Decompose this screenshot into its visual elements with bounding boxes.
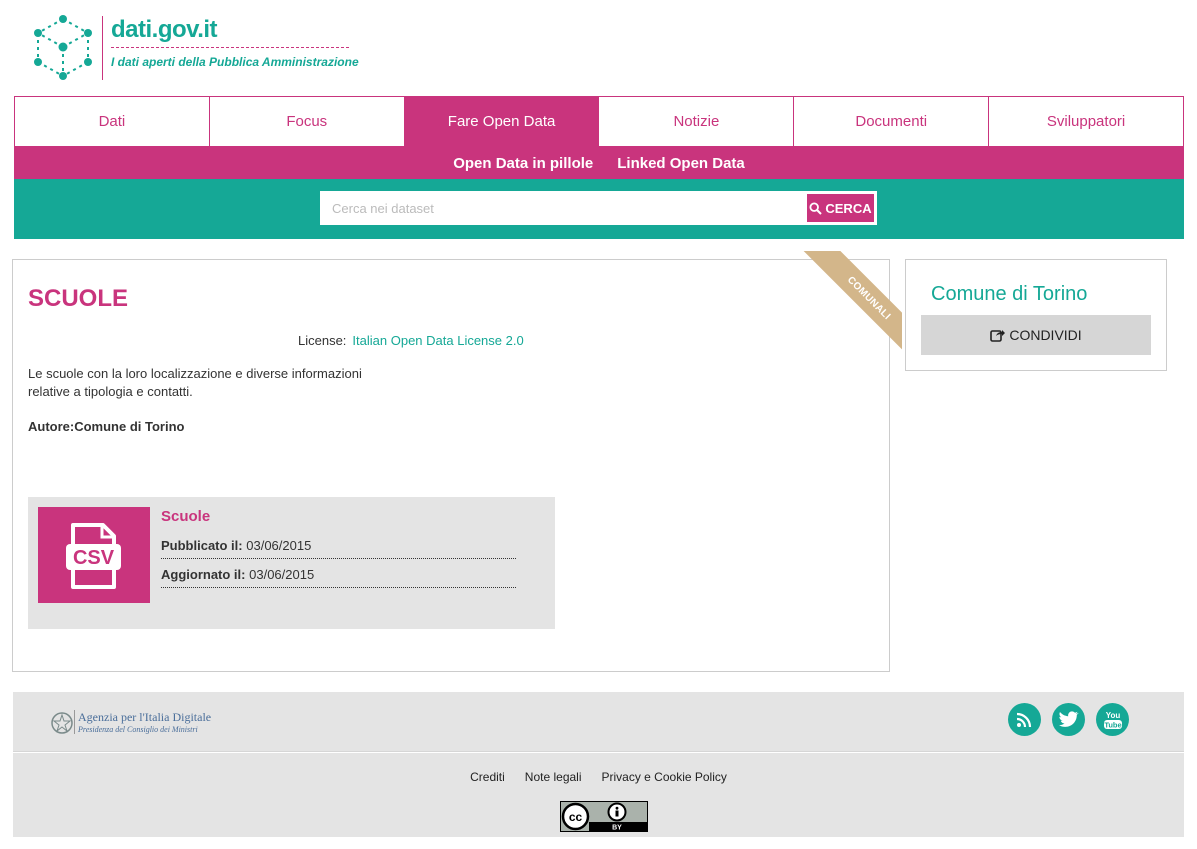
footer-bottom: Crediti Note legali Privacy e Cookie Pol… — [13, 753, 1184, 837]
cc-by-label: BY — [612, 825, 622, 832]
share-label: CONDIVIDI — [1009, 327, 1082, 343]
published-date: 03/06/2015 — [246, 538, 312, 553]
logo-network-icon — [34, 15, 92, 80]
search-box: CERCA — [320, 191, 877, 225]
tab-documenti[interactable]: Documenti — [794, 97, 990, 146]
svg-text:cc: cc — [569, 810, 583, 824]
category-ribbon-wrap: COMUNALI — [778, 251, 902, 375]
youtube-icon[interactable]: You Tube — [1096, 703, 1129, 736]
organization-name[interactable]: Comune di Torino — [931, 283, 1087, 306]
search-icon — [809, 201, 823, 215]
agid-subtitle: Presidenza del Consiglio dei Ministri — [78, 725, 198, 734]
agid-divider — [74, 710, 75, 734]
svg-text:Tube: Tube — [1104, 720, 1121, 729]
site-tagline: I dati aperti della Pubblica Amministraz… — [111, 55, 359, 69]
updated-date: 03/06/2015 — [249, 567, 315, 582]
site-logo[interactable]: dati.gov.it I dati aperti della Pubblica… — [30, 14, 360, 84]
category-ribbon: COMUNALI — [792, 251, 902, 375]
published-label: Pubblicato il: — [161, 538, 243, 553]
resource-item[interactable]: CSV Scuole Pubblicato il: 03/06/2015 Agg… — [28, 497, 555, 629]
footer-link-crediti[interactable]: Crediti — [470, 770, 505, 784]
resource-name[interactable]: Scuole — [161, 508, 210, 525]
dataset-author: Autore:Comune di Torino — [28, 419, 185, 434]
resource-published: Pubblicato il: 03/06/2015 — [161, 538, 516, 559]
site-name: dati.gov.it — [111, 16, 218, 43]
footer-link-note-legali[interactable]: Note legali — [525, 770, 582, 784]
license-link[interactable]: Italian Open Data License 2.0 — [352, 333, 523, 348]
twitter-icon[interactable] — [1052, 703, 1085, 736]
csv-file-icon[interactable]: CSV — [38, 507, 150, 603]
svg-text:You: You — [1105, 711, 1120, 720]
tab-fare-open-data[interactable]: Fare Open Data — [404, 97, 600, 146]
agid-name: Agenzia per l'Italia Digitale — [78, 710, 212, 724]
logo-divider — [102, 16, 103, 80]
csv-file-svg: CSV — [66, 523, 121, 589]
share-button[interactable]: CONDIVIDI — [921, 315, 1151, 355]
rss-icon[interactable] — [1008, 703, 1041, 736]
search-input[interactable] — [320, 191, 806, 225]
cc-by-icon: cc BY — [561, 802, 647, 832]
organization-box: Comune di Torino CONDIVIDI — [905, 259, 1167, 371]
csv-format-label: CSV — [73, 547, 115, 569]
footer-top: Agenzia per l'Italia Digitale Presidenza… — [13, 692, 1184, 752]
footer-links: Crediti Note legali Privacy e Cookie Pol… — [13, 770, 1184, 784]
dataset-title: SCUOLE — [28, 285, 129, 312]
dataset-card: SCUOLE License: Italian Open Data License… — [12, 259, 890, 672]
cc-by-license-badge[interactable]: cc BY — [560, 801, 648, 832]
logo-rule — [111, 47, 349, 48]
tab-focus[interactable]: Focus — [210, 97, 405, 146]
subnav-linked-open-data[interactable]: Linked Open Data — [617, 155, 745, 172]
footer-link-privacy[interactable]: Privacy e Cookie Policy — [602, 770, 727, 784]
dataset-description: Le scuole con la loro localizzazione e d… — [28, 366, 362, 399]
subnav-open-data-in-pillole[interactable]: Open Data in pillole — [453, 155, 593, 172]
updated-label: Aggiornato il: — [161, 567, 246, 582]
sub-nav: Open Data in pillole Linked Open Data — [14, 147, 1184, 179]
tab-notizie[interactable]: Notizie — [599, 97, 795, 146]
tab-dati[interactable]: Dati — [15, 97, 210, 146]
share-icon — [990, 330, 1006, 342]
main-nav: Dati Focus Fare Open Data Notizie Docume… — [14, 96, 1184, 147]
dataset-license: License: Italian Open Data License 2.0 — [298, 333, 524, 348]
emblem-icon — [51, 712, 73, 734]
search-bar: CERCA — [14, 179, 1184, 239]
resource-updated: Aggiornato il: 03/06/2015 — [161, 567, 516, 588]
tab-sviluppatori[interactable]: Sviluppatori — [989, 97, 1183, 146]
search-button-label: CERCA — [825, 200, 872, 216]
license-label: License: — [298, 333, 347, 348]
search-button[interactable]: CERCA — [807, 194, 874, 222]
